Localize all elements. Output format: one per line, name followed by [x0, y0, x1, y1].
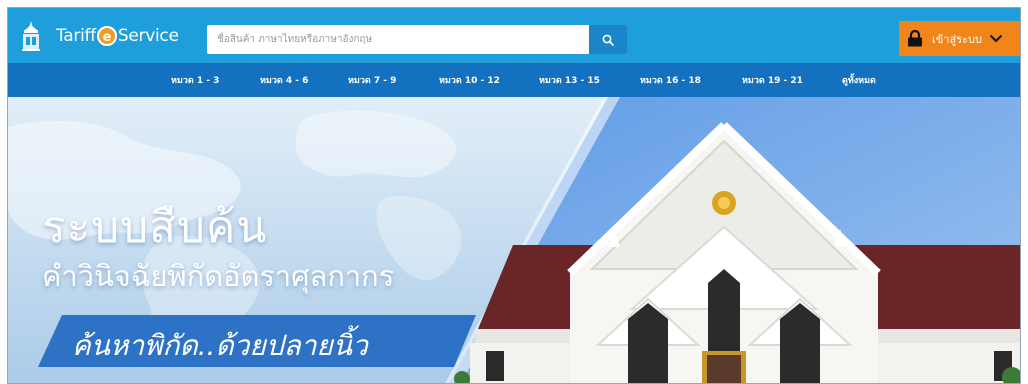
- nav-item-10-12[interactable]: หมวด 10 - 12: [439, 73, 500, 87]
- customs-emblem-icon: [22, 21, 40, 51]
- top-header: Tariff e Service เข้าสู่ระบบ: [8, 8, 1020, 63]
- search-box: [207, 25, 627, 54]
- hero-banner: ระบบสืบค้น คำวินิจฉัยพิกัดอัตราศุลกากร ค…: [8, 97, 1020, 383]
- nav-item-16-18[interactable]: หมวด 16 - 18: [640, 73, 701, 87]
- brand-right: Service: [117, 26, 179, 46]
- brand-name: Tariff e Service: [56, 26, 179, 46]
- brand-left: Tariff: [56, 26, 96, 46]
- search-button[interactable]: [589, 25, 627, 54]
- nav-item-1-3[interactable]: หมวด 1 - 3: [171, 73, 219, 87]
- browser-frame: Tariff e Service เข้าสู่ระบบ: [7, 7, 1021, 384]
- lock-icon: [908, 30, 922, 47]
- hero-subtitle: คำวินิจฉัยพิกัดอัตราศุลกากร: [42, 259, 395, 293]
- chevron-down-icon: [989, 34, 1003, 43]
- login-label: เข้าสู่ระบบ: [932, 32, 982, 46]
- nav-item-13-15[interactable]: หมวด 13 - 15: [539, 73, 600, 87]
- brand-e-icon: e: [96, 26, 117, 46]
- login-button[interactable]: เข้าสู่ระบบ: [899, 21, 1020, 56]
- nav-item-all[interactable]: ดูทั้งหมด: [842, 73, 876, 87]
- search-icon: [602, 34, 614, 46]
- nav-item-7-9[interactable]: หมวด 7 - 9: [348, 73, 396, 87]
- category-nav: หมวด 1 - 3 หมวด 4 - 6 หมวด 7 - 9 หมวด 10…: [8, 63, 1020, 97]
- search-input[interactable]: [207, 25, 589, 54]
- nav-item-4-6[interactable]: หมวด 4 - 6: [260, 73, 308, 87]
- nav-item-19-21[interactable]: หมวด 19 - 21: [742, 73, 803, 87]
- hero-tagline: ค้นหาพิกัด..ด้วยปลายนิ้ว: [72, 329, 368, 362]
- site-logo[interactable]: Tariff e Service: [20, 18, 179, 54]
- hero-title: ระบบสืบค้น: [42, 202, 268, 253]
